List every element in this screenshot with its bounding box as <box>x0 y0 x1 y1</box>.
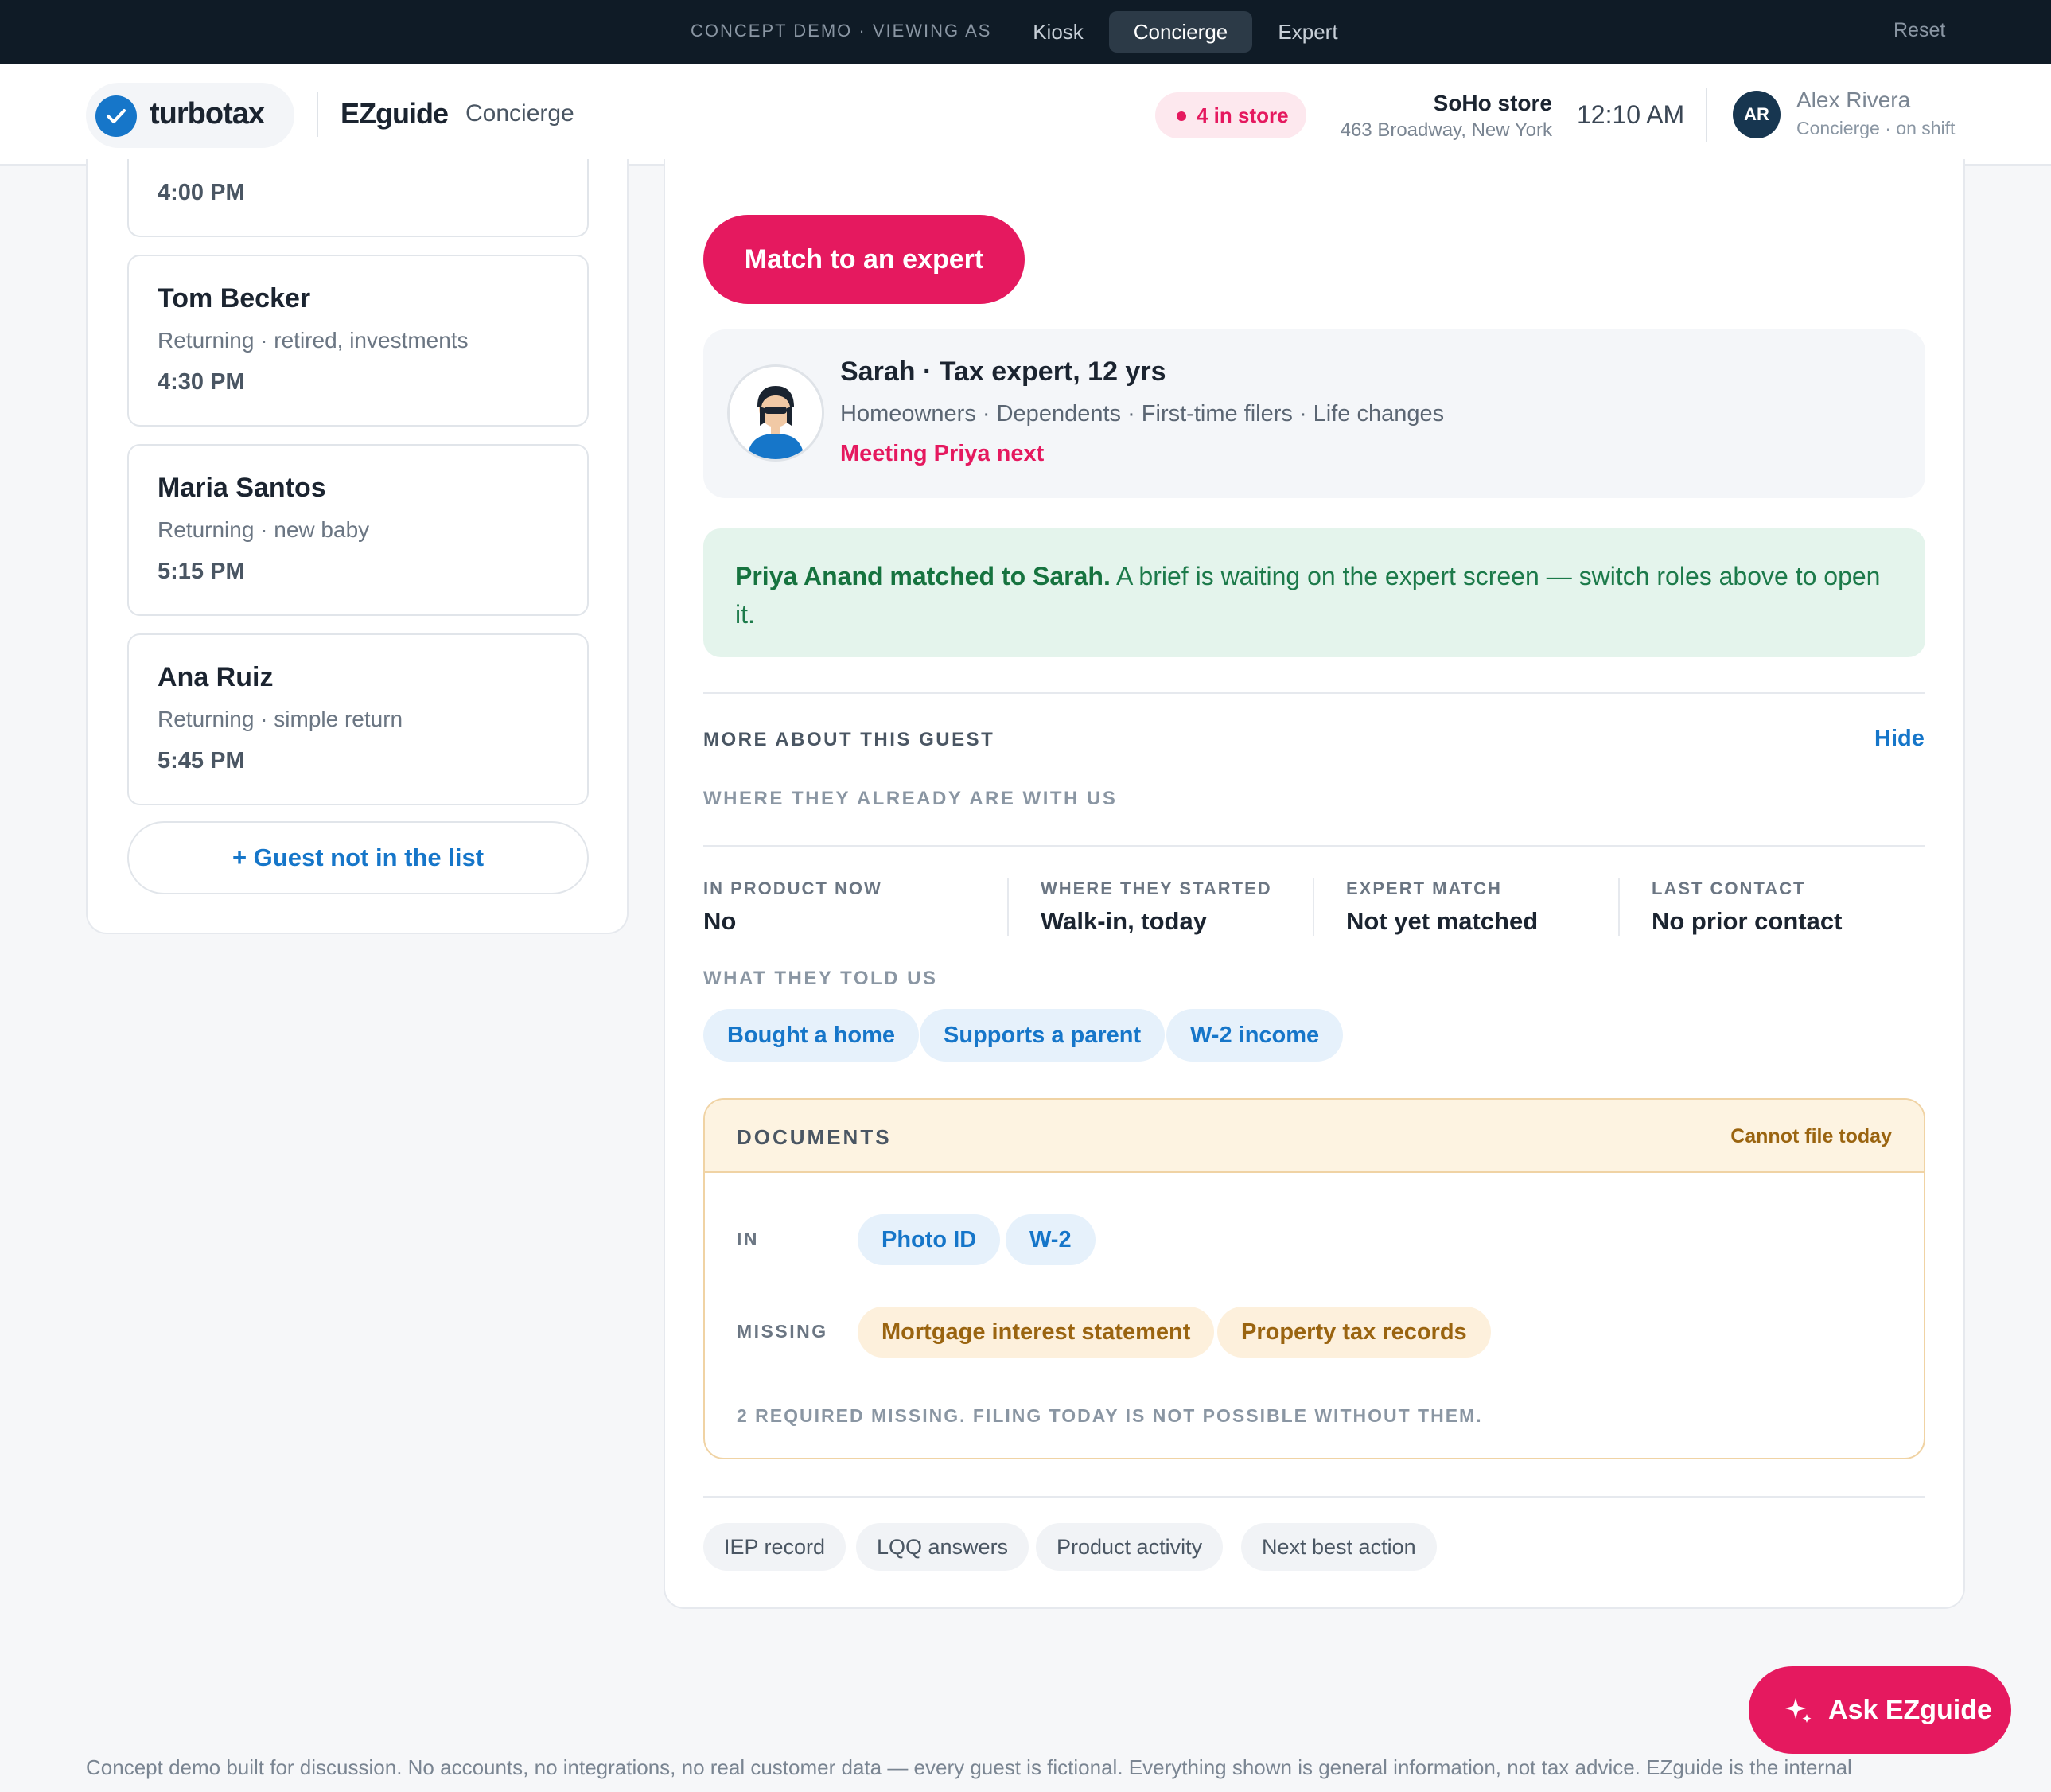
stat-key: EXPERT MATCH <box>1346 878 1502 898</box>
reset-button[interactable]: Reset <box>1893 19 1945 42</box>
role-tab-concierge[interactable]: Concierge <box>1109 11 1252 53</box>
guest-time: 4:00 PM <box>158 180 245 205</box>
guest-name: Tom Becker <box>158 283 311 314</box>
expert-specialties: Homeowners · Dependents · First-time fil… <box>840 401 1445 427</box>
stat-in-product: IN PRODUCT NOW No <box>703 878 882 936</box>
stat-divider <box>1007 878 1009 936</box>
docs-missing-label: MISSING <box>737 1321 828 1342</box>
hide-details-link[interactable]: Hide <box>1874 726 1925 752</box>
tab-lqq-answers[interactable]: LQQ answers <box>856 1523 1029 1571</box>
tab-product-activity[interactable]: Product activity <box>1036 1523 1224 1571</box>
stat-key: IN PRODUCT NOW <box>703 878 882 898</box>
brand-name: turbotax <box>150 97 265 131</box>
expert-next-meeting: Meeting Priya next <box>840 441 1045 466</box>
status-dot-icon <box>1177 111 1186 121</box>
guest-description: Returning · simple return <box>158 707 403 731</box>
stat-divider <box>1313 878 1314 936</box>
stat-expert-match: EXPERT MATCH Not yet matched <box>1346 878 1538 936</box>
documents-header: DOCUMENTS Cannot file today <box>705 1100 1924 1173</box>
expert-avatar <box>727 364 824 462</box>
header-divider <box>317 92 318 137</box>
guest-description: Returning · retired, investments <box>158 328 469 353</box>
stat-value: Walk-in, today <box>1041 907 1207 935</box>
stat-key: WHERE THEY STARTED <box>1041 878 1272 898</box>
guest-card[interactable]: Tom Becker Returning · retired, investme… <box>127 255 589 427</box>
user-name: Alex Rivera <box>1796 88 1911 112</box>
match-expert-button[interactable]: Match to an expert <box>703 215 1025 304</box>
product-name: EZguide <box>341 97 449 130</box>
divider <box>703 692 1925 694</box>
guest-detail-panel: Match to an expert Sarah · Tax expert, 1… <box>664 159 1965 1609</box>
in-store-badge[interactable]: 4 in store <box>1155 92 1306 138</box>
told-chip: W-2 income <box>1166 1009 1344 1062</box>
guest-card[interactable]: 4:00 PM <box>127 159 589 237</box>
stat-value: No <box>703 907 737 935</box>
demo-role-bar: CONCEPT DEMO · VIEWING AS Kiosk Concierg… <box>0 0 2051 64</box>
guest-name: Maria Santos <box>158 473 326 503</box>
stat-value: No prior contact <box>1652 907 1843 935</box>
divider <box>703 845 1925 847</box>
tab-iep-record[interactable]: IEP record <box>703 1523 846 1571</box>
more-about-heading: MORE ABOUT THIS GUEST <box>703 729 995 750</box>
store-address: 463 Broadway, New York <box>1340 119 1552 141</box>
where-heading: WHERE THEY ALREADY ARE WITH US <box>703 788 1118 809</box>
docs-in-label: IN <box>737 1229 759 1249</box>
guest-description: Returning · new baby <box>158 517 370 542</box>
user-status: Concierge · on shift <box>1796 118 1956 138</box>
user-avatar[interactable]: AR <box>1733 91 1781 138</box>
turbotax-logo: turbotax <box>86 83 294 148</box>
check-icon <box>95 95 137 137</box>
tab-next-best-action[interactable]: Next best action <box>1241 1523 1437 1571</box>
role-tab-expert[interactable]: Expert <box>1267 11 1349 53</box>
guest-name: Ana Ruiz <box>158 662 274 692</box>
documents-note: 2 REQUIRED MISSING. FILING TODAY IS NOT … <box>737 1405 1483 1426</box>
footer-disclaimer: Concept demo built for discussion. No ac… <box>86 1755 1852 1779</box>
ask-ezguide-label: Ask EZguide <box>1828 1695 1992 1725</box>
told-us-heading: WHAT THEY TOLD US <box>703 968 938 989</box>
doc-in-chip: Photo ID <box>858 1214 1001 1265</box>
current-time: 12:10 AM <box>1577 100 1685 129</box>
documents-title: DOCUMENTS <box>737 1125 892 1149</box>
guest-time: 5:45 PM <box>158 748 245 773</box>
header-role: Concierge <box>465 100 574 127</box>
guest-queue-panel: 4:00 PM Tom Becker Returning · retired, … <box>86 159 629 934</box>
told-chip: Supports a parent <box>920 1009 1166 1062</box>
ask-ezguide-button[interactable]: Ask EZguide <box>1749 1666 2011 1754</box>
role-tab-kiosk[interactable]: Kiosk <box>1020 11 1096 53</box>
documents-panel: DOCUMENTS Cannot file today IN Photo ID … <box>703 1098 1925 1459</box>
expert-title: Sarah · Tax expert, 12 yrs <box>840 356 1166 387</box>
sparkle-icon <box>1785 1698 1812 1723</box>
stat-last-contact: LAST CONTACT No prior contact <box>1652 878 1842 936</box>
guest-card[interactable]: Ana Ruiz Returning · simple return 5:45 … <box>127 633 589 805</box>
guest-time: 4:30 PM <box>158 369 245 395</box>
cannot-file-warning: Cannot file today <box>1730 1125 1892 1147</box>
stat-value: Not yet matched <box>1346 907 1539 935</box>
match-confirmation: Priya Anand matched to Sarah. A brief is… <box>703 528 1925 657</box>
stat-divider <box>1618 878 1620 936</box>
viewing-as-label: CONCEPT DEMO · VIEWING AS <box>691 21 992 41</box>
match-confirmation-bold: Priya Anand matched to Sarah. <box>735 562 1111 590</box>
app-header: turbotax EZguide Concierge 4 in store So… <box>0 64 2051 166</box>
guest-time: 5:15 PM <box>158 559 245 584</box>
stat-where-started: WHERE THEY STARTED Walk-in, today <box>1041 878 1272 936</box>
add-guest-button[interactable]: + Guest not in the list <box>127 821 589 894</box>
expert-card: Sarah · Tax expert, 12 yrs Homeowners · … <box>703 329 1925 498</box>
in-store-count: 4 in store <box>1197 103 1289 127</box>
stat-key: LAST CONTACT <box>1652 878 1806 898</box>
store-name: SoHo store <box>1433 91 1552 115</box>
guest-card[interactable]: Maria Santos Returning · new baby 5:15 P… <box>127 444 589 616</box>
doc-in-chip: W-2 <box>1006 1214 1096 1265</box>
doc-missing-chip: Mortgage interest statement <box>858 1307 1215 1358</box>
told-chip: Bought a home <box>703 1009 920 1062</box>
doc-missing-chip: Property tax records <box>1217 1307 1491 1358</box>
divider <box>703 1496 1925 1498</box>
header-divider <box>1706 88 1707 142</box>
